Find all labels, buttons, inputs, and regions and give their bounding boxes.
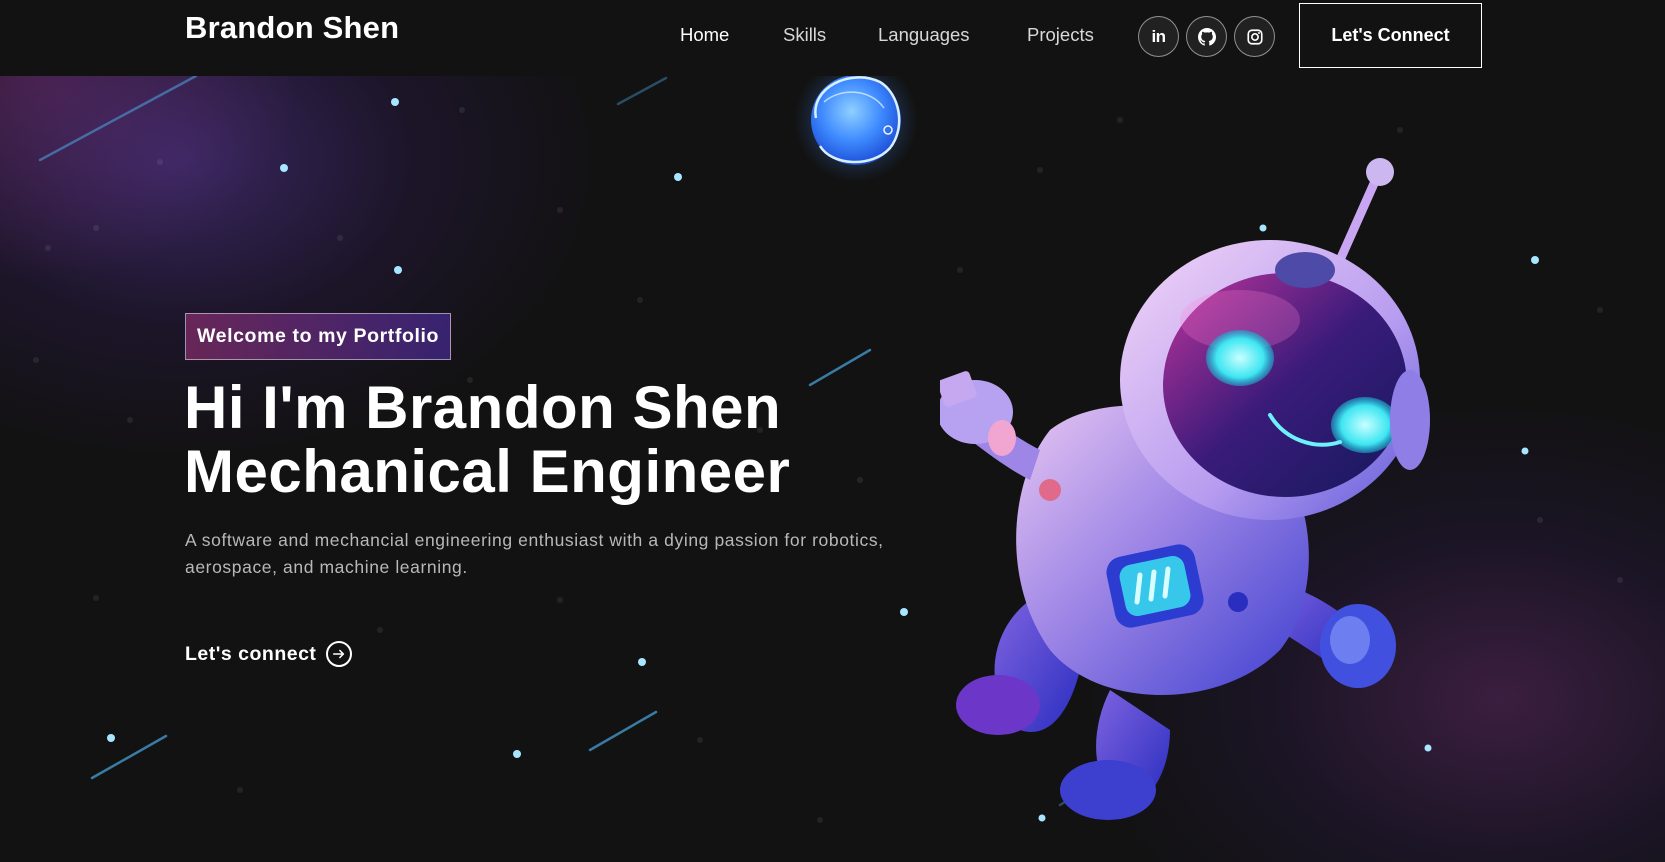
nav-link-projects[interactable]: Projects <box>1027 24 1094 46</box>
nav-link-skills[interactable]: Skills <box>783 24 826 46</box>
lets-connect-button[interactable]: Let's Connect <box>1299 3 1482 68</box>
shooting-star <box>588 710 658 752</box>
hero-description: A software and mechancial engineering en… <box>185 530 884 577</box>
shooting-star <box>38 74 198 162</box>
star <box>1531 256 1539 264</box>
star <box>394 266 402 274</box>
arrow-right-circle-icon <box>326 641 353 667</box>
headline-role: Mechanical Engineer <box>184 438 791 505</box>
cta-label: Let's connect <box>185 642 317 665</box>
linkedin-icon: in <box>1151 26 1166 46</box>
star <box>513 750 521 758</box>
hero-headline: Hi I'm Brandon Shen Mechanical Engineer <box>184 376 790 504</box>
star <box>674 173 682 181</box>
shooting-star <box>616 76 668 106</box>
welcome-tagline: Welcome to my Portfolio <box>185 313 452 360</box>
instagram-link[interactable] <box>1234 16 1275 57</box>
lets-connect-link[interactable]: Let's connect <box>185 641 353 667</box>
headline-name: Hi I'm Brandon Shen <box>184 374 782 441</box>
nav-link-languages[interactable]: Languages <box>878 24 970 46</box>
brand-logo[interactable]: Brandon Shen <box>185 10 399 46</box>
github-icon <box>1197 27 1216 46</box>
star <box>391 98 399 106</box>
linkedin-link[interactable]: in <box>1138 16 1179 57</box>
star <box>638 658 646 666</box>
star <box>1521 447 1529 455</box>
instagram-icon <box>1246 28 1263 45</box>
star <box>900 608 908 616</box>
top-navbar: Brandon Shen Home Skills Languages Proje… <box>0 0 1665 76</box>
nav-link-home[interactable]: Home <box>680 24 729 46</box>
star <box>107 734 115 742</box>
github-link[interactable] <box>1186 16 1227 57</box>
astronaut-robot-illustration <box>940 158 1430 820</box>
glowing-planet-illustration <box>794 58 918 182</box>
shooting-star <box>90 734 168 780</box>
star <box>280 164 288 172</box>
shooting-star <box>808 348 872 387</box>
